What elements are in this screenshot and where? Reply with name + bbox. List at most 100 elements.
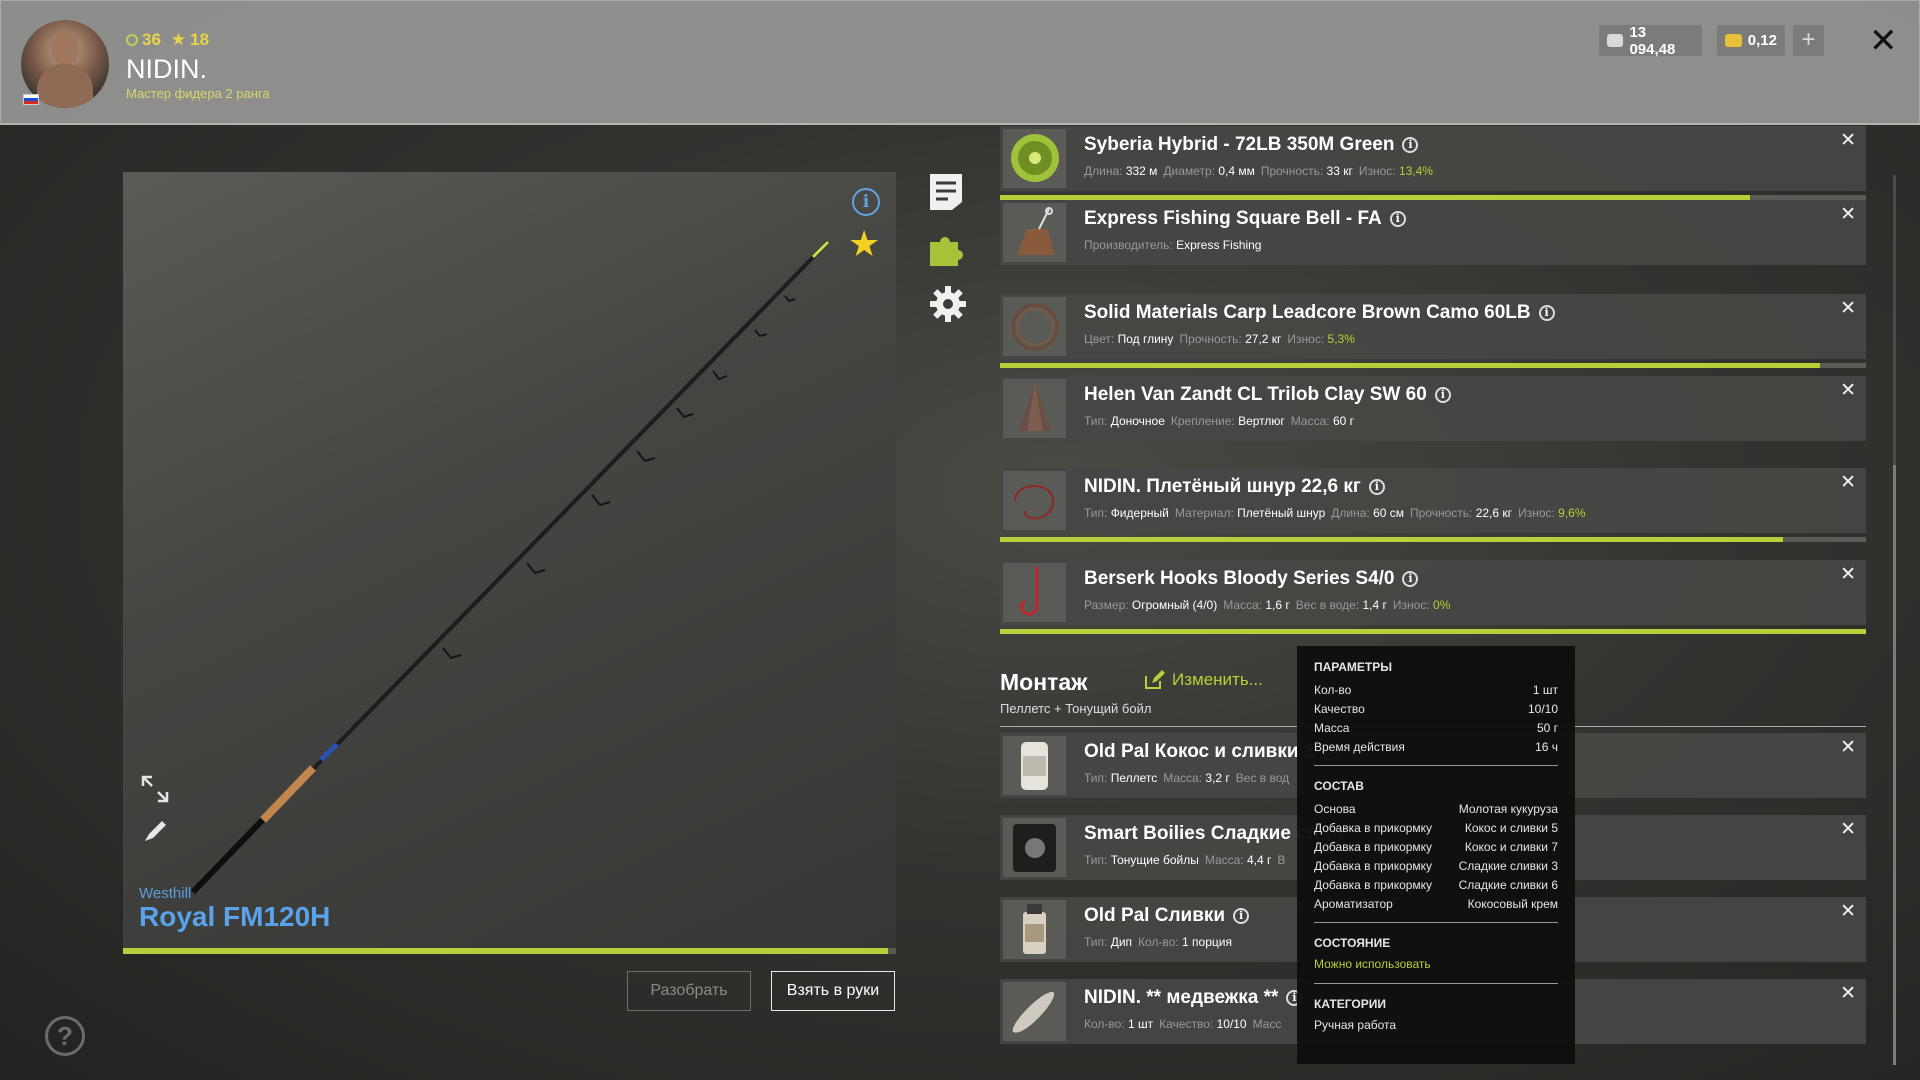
help-icon[interactable]: ?: [45, 1016, 85, 1056]
tackle-item[interactable]: Berserk Hooks Bloody Series S4/0 i Размер:…: [1000, 560, 1866, 625]
tackle-title: Solid Materials Carp Leadcore Brown Camo…: [1084, 302, 1555, 324]
tackle-title-text: Solid Materials Carp Leadcore Brown Camo…: [1084, 302, 1531, 323]
remove-item-icon[interactable]: ✕: [1840, 900, 1856, 923]
rename-pen-icon[interactable]: [142, 816, 170, 844]
tackle-item[interactable]: NIDIN. Плетёный шнур 22,6 кг i Тип: Фидерн…: [1000, 468, 1866, 533]
favorite-star-icon[interactable]: ★: [848, 226, 880, 262]
player-name: NIDIN.: [126, 54, 207, 84]
tackle-item[interactable]: Express Fishing Square Bell - FA i Произво…: [1000, 200, 1866, 265]
wear-fill: [1000, 629, 1866, 634]
prop-value: 4,4 г: [1247, 853, 1272, 867]
half-star-icon: ★: [170, 30, 187, 49]
remove-item-icon[interactable]: ✕: [1840, 818, 1856, 841]
info-icon[interactable]: i: [1538, 305, 1555, 321]
remove-item-icon[interactable]: ✕: [1840, 982, 1856, 1005]
rod-name: Royal FM120H: [139, 901, 331, 932]
prop-value: 10/10: [1216, 1017, 1247, 1031]
info-icon[interactable]: i: [1389, 211, 1406, 227]
remove-item-icon[interactable]: ✕: [1840, 297, 1856, 320]
reel-line-icon: [1003, 129, 1066, 188]
prop-value: 5,3%: [1327, 332, 1355, 346]
tackle-item[interactable]: Syberia Hybrid - 72LB 350M Green i Длина: …: [1000, 126, 1866, 191]
prop-label: Диаметр:: [1163, 164, 1215, 178]
prop-value: Доночное: [1110, 414, 1165, 428]
tooltip-category-value: Ручная работа: [1314, 1018, 1397, 1032]
prop-label: Тип:: [1084, 506, 1108, 520]
prop-label: Кол-во:: [1138, 935, 1179, 949]
tooltip-row-value: Сладкие сливки 6: [1458, 878, 1558, 892]
info-icon[interactable]: i: [1368, 479, 1385, 495]
notes-icon[interactable]: [928, 172, 964, 212]
bait-title: Old Pal Сливки i: [1084, 905, 1250, 927]
remove-item-icon[interactable]: ✕: [1840, 563, 1856, 586]
remove-item-icon[interactable]: ✕: [1840, 129, 1856, 152]
tooltip-row-label: Кол-во: [1314, 683, 1352, 697]
bait-props: Тип: Пеллетс Масса: 3,2 г Вес в вод: [1084, 771, 1295, 785]
tooltip-state-title: СОСТОЯНИЕ: [1314, 936, 1391, 950]
prop-value: 0,4 мм: [1218, 164, 1255, 178]
scrollbar-thumb[interactable]: [1893, 465, 1896, 1065]
tooltip-row-label: Масса: [1314, 721, 1350, 735]
add-currency-button[interactable]: +: [1793, 25, 1824, 56]
info-icon[interactable]: i: [1233, 908, 1250, 924]
rod-info-icon[interactable]: i: [852, 188, 880, 216]
tackle-props: Тип: Доночное Крепление: Вертлюг Масса: 60…: [1084, 414, 1360, 428]
tooltip-row-label: Добавка в прикормку: [1314, 840, 1433, 854]
info-icon[interactable]: i: [1402, 571, 1419, 587]
puzzle-icon[interactable]: [928, 228, 968, 268]
tooltip-row-label: Время действия: [1314, 740, 1405, 754]
tackle-item[interactable]: Helen Van Zandt CL Trilob Clay SW 60 i Тип…: [1000, 376, 1866, 441]
tooltip-row-value: 1 шт: [1532, 683, 1558, 697]
prop-label: Прочность:: [1179, 332, 1242, 346]
remove-item-icon[interactable]: ✕: [1840, 379, 1856, 402]
bait-title-text: NIDIN. ** медвежка **: [1084, 987, 1279, 1008]
prop-value: Тонущие бойлы: [1110, 853, 1199, 867]
tackle-props: Производитель: Express Fishing: [1084, 238, 1267, 252]
edit-rig-button[interactable]: Изменить...: [1144, 670, 1263, 690]
prop-label: Прочность:: [1260, 164, 1324, 178]
rod-brand: Westhill: [139, 885, 192, 902]
pyramid-sinker-icon: [1003, 379, 1066, 438]
wear-fill: [1000, 363, 1821, 368]
settings-gear-icon[interactable]: [928, 284, 968, 324]
paste-icon: [1003, 982, 1066, 1041]
prop-value: 22,6 кг: [1475, 506, 1513, 520]
prop-value: Огромный (4/0): [1131, 598, 1218, 612]
tackle-title-text: NIDIN. Плетёный шнур 22,6 кг: [1084, 476, 1361, 497]
prop-label: В: [1277, 853, 1286, 867]
info-icon[interactable]: i: [1402, 137, 1419, 153]
prop-label: Масса:: [1163, 771, 1203, 785]
leader-icon: [1003, 471, 1066, 530]
expand-icon[interactable]: [140, 774, 170, 804]
tackle-props: Цвет: Под глину Прочность: 27,2 кг Износ: …: [1084, 332, 1361, 346]
prop-value: Вертлюг: [1238, 414, 1285, 428]
take-in-hands-button[interactable]: Взять в руки: [771, 971, 895, 1011]
prop-label: Крепление:: [1170, 414, 1235, 428]
remove-item-icon[interactable]: ✕: [1840, 203, 1856, 226]
tackle-item[interactable]: Solid Materials Carp Leadcore Brown Camo…: [1000, 294, 1866, 359]
tooltip-row-label: Основа: [1314, 802, 1356, 816]
tooltip-params-title: ПАРАМЕТРЫ: [1314, 660, 1392, 674]
disassemble-button[interactable]: Разобрать: [627, 971, 751, 1011]
prop-label: Производитель:: [1084, 238, 1173, 252]
wear-bar: [1000, 363, 1866, 368]
gold-amount: 0,12: [1747, 32, 1777, 49]
tackle-title: Helen Van Zandt CL Trilob Clay SW 60 i: [1084, 384, 1451, 406]
tackle-props: Тип: Фидерный Материал: Плетёный шнур Длин…: [1084, 506, 1592, 520]
silver-amount: 13 094,48: [1629, 23, 1676, 58]
bait-title-text: Old Pal Кокос и сливки 2: [1084, 741, 1315, 762]
tooltip-row: Масса 50 г: [1314, 719, 1558, 738]
tooltip-row-value: 50 г: [1536, 721, 1558, 735]
wear-fill: [1000, 537, 1783, 542]
prop-label: Масса:: [1204, 853, 1244, 867]
jar-icon: [1003, 736, 1066, 795]
prop-label: Масса:: [1223, 598, 1263, 612]
silver-wallet: 13 094,48: [1599, 23, 1702, 58]
info-icon[interactable]: i: [1434, 387, 1451, 403]
prop-label: Длина:: [1331, 506, 1370, 520]
scrollbar[interactable]: [1893, 175, 1896, 1065]
close-button[interactable]: ✕: [1869, 21, 1898, 61]
remove-item-icon[interactable]: ✕: [1840, 471, 1856, 494]
bait-props: Кол-во: 1 шт Качество: 10/10 Масс: [1084, 1017, 1287, 1031]
remove-item-icon[interactable]: ✕: [1840, 736, 1856, 759]
